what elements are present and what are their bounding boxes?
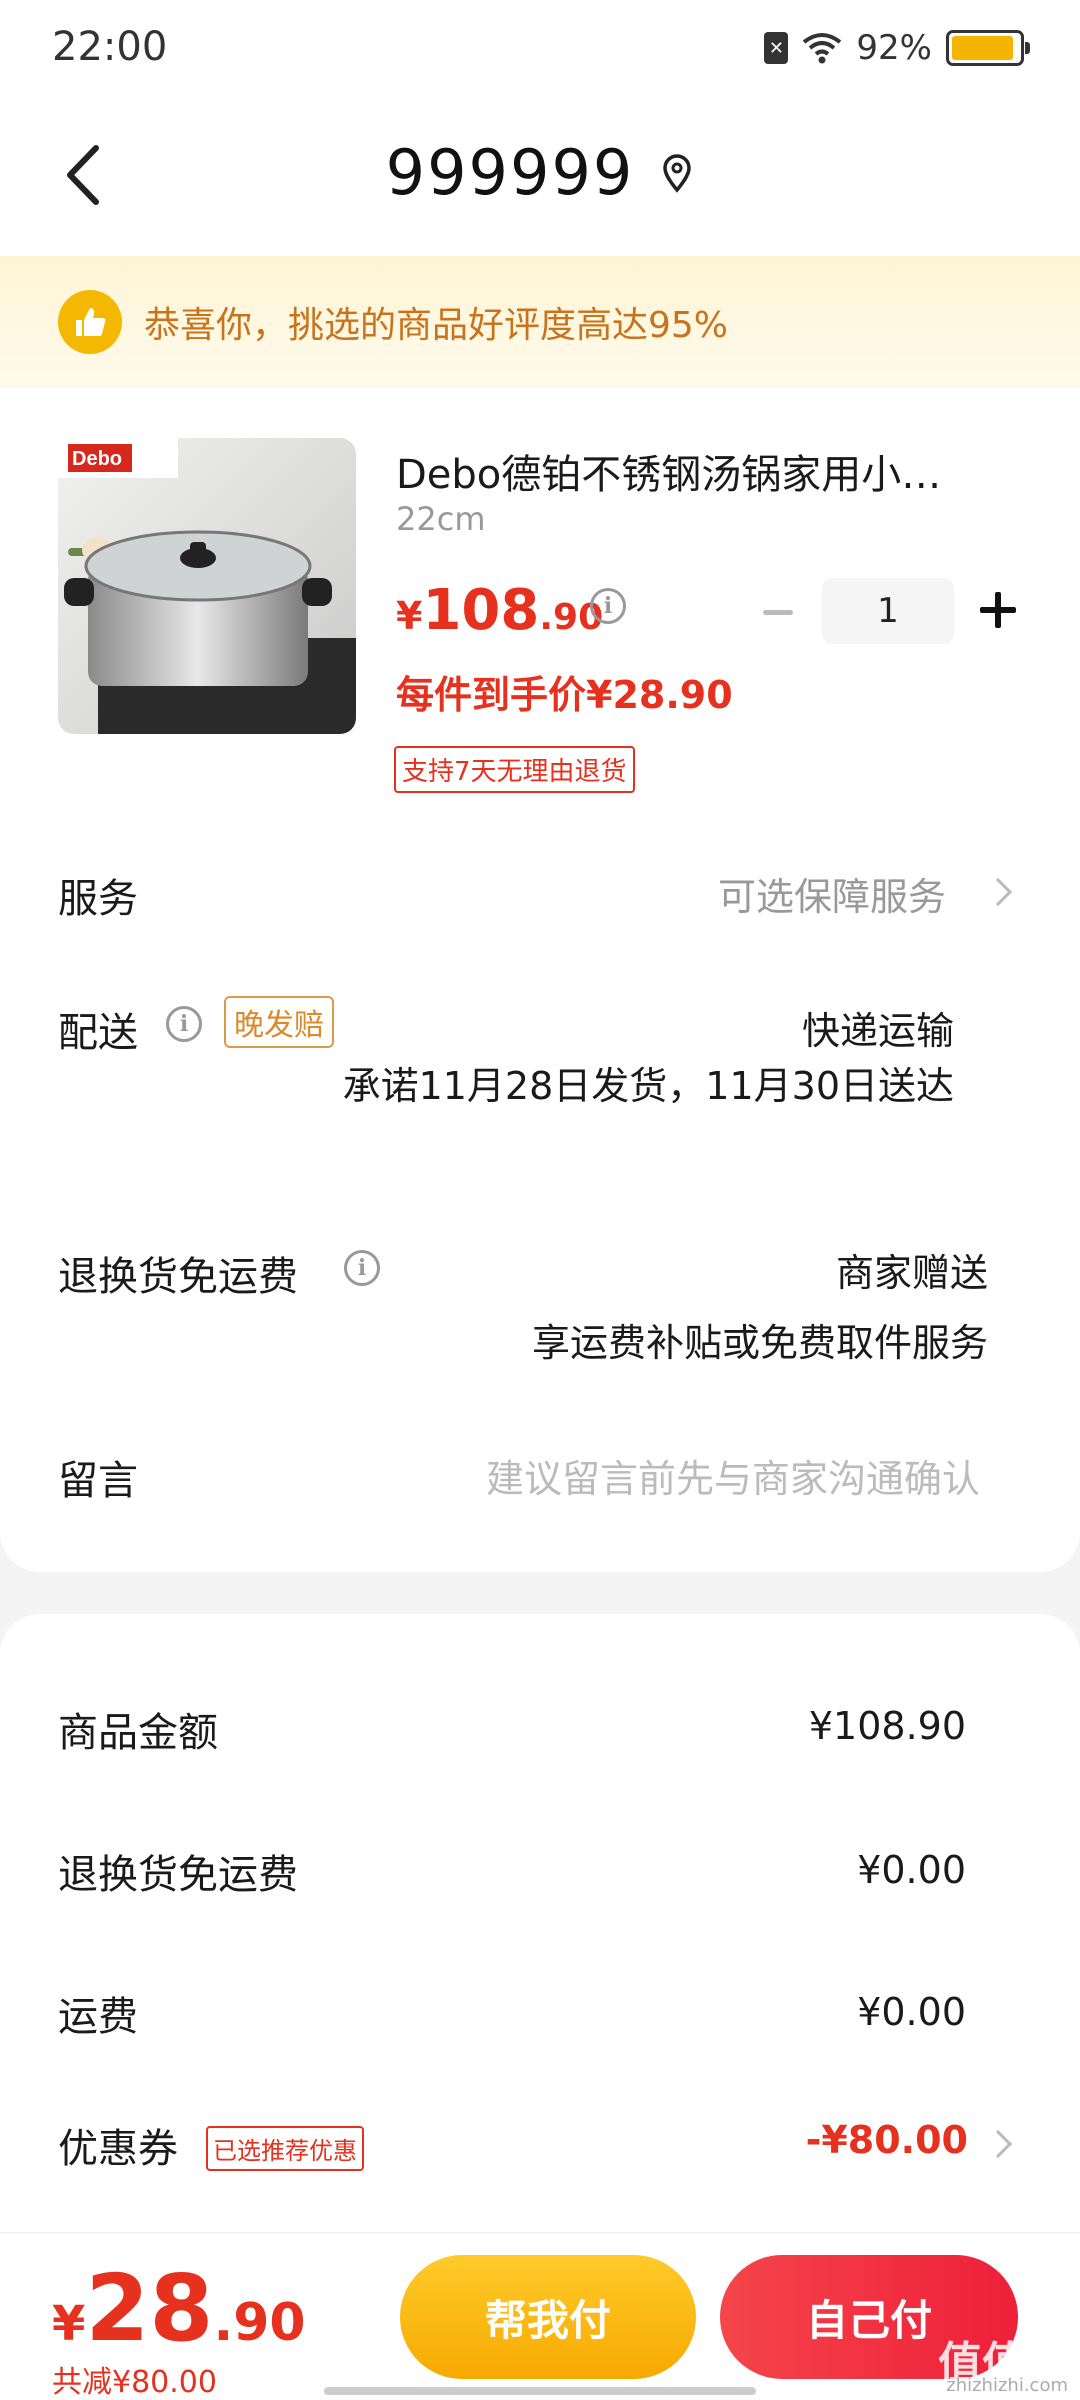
checkout-bar: ¥28.90 共减¥80.00 帮我付 自己付 值值值 zhizhizhi.co… [0, 2232, 1080, 2400]
status-bar: 22:00 ✕ 92% [0, 0, 1080, 100]
quantity-input[interactable]: 1 [822, 578, 954, 644]
delivery-promise: 承诺11月28日发货，11月30日送达 [342, 1064, 954, 1108]
service-label: 服务 [58, 876, 138, 922]
price-info-icon[interactable]: i [590, 588, 626, 624]
quantity-increase-button[interactable] [976, 588, 1020, 632]
status-icons: ✕ 92% [764, 28, 1030, 68]
quantity-decrease-button[interactable] [756, 592, 800, 632]
total-price: ¥28.90 [52, 2255, 306, 2362]
price-integer: 108 [422, 578, 540, 643]
product-title[interactable]: Debo德铂不锈钢汤锅家用小… [396, 442, 996, 500]
product-price: ¥108.90 [396, 578, 603, 643]
coupon-selector[interactable]: -¥80.00 [806, 2118, 968, 2162]
return-freight-value: 商家赠送 [835, 1251, 988, 1295]
sim-icon: ✕ [764, 32, 789, 64]
address-selector[interactable]: 999999 [0, 136, 1080, 209]
service-option-link[interactable]: 可选保障服务 [718, 866, 946, 921]
total-saved: 共减¥80.00 [52, 2365, 217, 2400]
message-label: 留言 [58, 1458, 138, 1504]
page-title: 999999 [385, 136, 635, 209]
battery-icon [946, 30, 1030, 66]
product-spec: 22cm [396, 500, 486, 538]
goods-amount-value: ¥108.90 [808, 1704, 966, 1748]
chevron-right-icon [983, 2129, 1013, 2159]
rating-banner: 恭喜你，挑选的商品好评度高达95% [0, 256, 1080, 388]
status-time: 22:00 [52, 24, 168, 70]
price-currency: ¥ [396, 594, 423, 638]
battery-percent: 92% [856, 28, 932, 68]
wifi-icon [803, 33, 842, 64]
location-pin-icon [663, 153, 692, 193]
help-pay-button[interactable]: 帮我付 [400, 2255, 696, 2379]
total-integer: 28 [85, 2255, 214, 2362]
home-indicator[interactable] [324, 2387, 756, 2395]
shipping-label: 运费 [58, 1994, 138, 2040]
return-freight-info-icon[interactable]: i [344, 1250, 380, 1286]
return-freight-summary-value: ¥0.00 [857, 1848, 966, 1892]
total-currency: ¥ [52, 2296, 86, 2352]
delivery-method: 快递运输 [801, 1009, 954, 1053]
unit-price: 每件到手价¥28.90 [396, 673, 733, 717]
return-policy-tag: 支持7天无理由退货 [394, 746, 635, 793]
product-image-brand: Debo [72, 448, 122, 470]
battery-level [952, 36, 1013, 60]
message-input[interactable]: 建议留言前先与商家沟通确认 [486, 1448, 980, 1503]
delivery-label: 配送 [58, 1010, 138, 1056]
goods-amount-label: 商品金额 [58, 1710, 218, 1756]
delivery-info-icon[interactable]: i [166, 1006, 202, 1042]
order-details-card: Debo Debo德铂不锈钢汤锅家用小… 22cm ¥108.90 i 1 每件… [0, 388, 1080, 1572]
banner-text: 恭喜你，挑选的商品好评度高达95% [144, 305, 729, 346]
product-image[interactable]: Debo [58, 438, 356, 734]
price-summary-card: 商品金额 ¥108.90 退换货免运费 ¥0.00 运费 ¥0.00 优惠券 已… [0, 1614, 1080, 2234]
coupon-recommended-tag: 已选推荐优惠 [206, 2126, 364, 2171]
coupon-label: 优惠券 [58, 2126, 178, 2172]
thumbs-up-icon [58, 290, 122, 354]
return-freight-label: 退换货免运费 [58, 1254, 298, 1300]
chevron-right-icon [983, 877, 1013, 907]
nav-bar: 999999 [0, 100, 1080, 256]
watermark-url: zhizhizhi.com [946, 2375, 1068, 2396]
return-freight-desc: 享运费补贴或免费取件服务 [531, 1321, 988, 1365]
late-delivery-compensation-tag: 晚发赔 [224, 996, 334, 1048]
shipping-value: ¥0.00 [857, 1990, 966, 2034]
return-freight-summary-label: 退换货免运费 [58, 1852, 298, 1898]
total-decimal: .90 [213, 2293, 306, 2353]
